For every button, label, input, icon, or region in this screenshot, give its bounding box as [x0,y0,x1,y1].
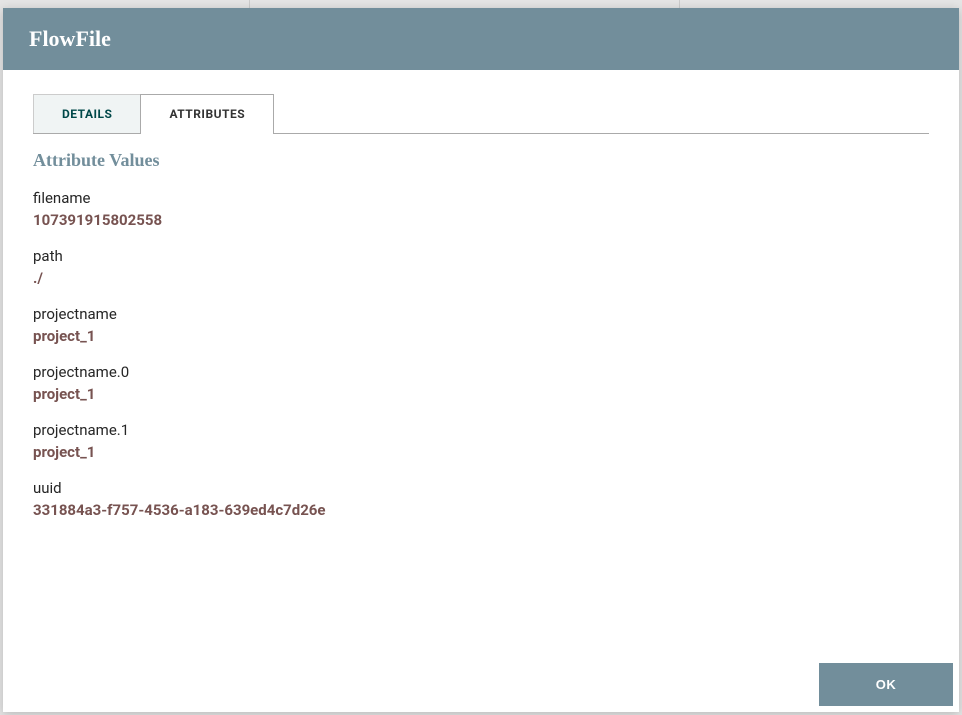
attribute-row: uuid 331884a3-f757-4536-a183-639ed4c7d26… [33,479,929,519]
attributes-list: filename 107391915802558 path ./ project… [33,189,929,519]
attribute-value: project_1 [33,385,929,403]
attribute-value: project_1 [33,327,929,345]
ok-button[interactable]: OK [819,663,953,706]
attribute-row: projectname.1 project_1 [33,421,929,461]
attribute-row: filename 107391915802558 [33,189,929,229]
attribute-value: 107391915802558 [33,211,929,229]
tab-details[interactable]: DETAILS [33,94,140,133]
modal-title: FlowFile [3,8,959,70]
attribute-name: filename [33,189,929,207]
attribute-name: projectname [33,305,929,323]
attribute-value: ./ [33,269,929,287]
attribute-name: projectname.1 [33,421,929,439]
attribute-name: path [33,247,929,265]
tab-attributes[interactable]: ATTRIBUTES [140,94,274,134]
tabs-container: DETAILS ATTRIBUTES [33,94,929,134]
attribute-row: projectname project_1 [33,305,929,345]
attribute-name: projectname.0 [33,363,929,381]
attribute-value: 331884a3-f757-4536-a183-639ed4c7d26e [33,501,929,519]
attribute-row: path ./ [33,247,929,287]
flowfile-modal: FlowFile DETAILS ATTRIBUTES Attribute Va… [3,8,959,712]
modal-footer: OK [3,663,959,712]
attribute-name: uuid [33,479,929,497]
attribute-value: project_1 [33,443,929,461]
section-title: Attribute Values [33,150,929,171]
modal-body: DETAILS ATTRIBUTES Attribute Values file… [3,70,959,663]
attribute-row: projectname.0 project_1 [33,363,929,403]
